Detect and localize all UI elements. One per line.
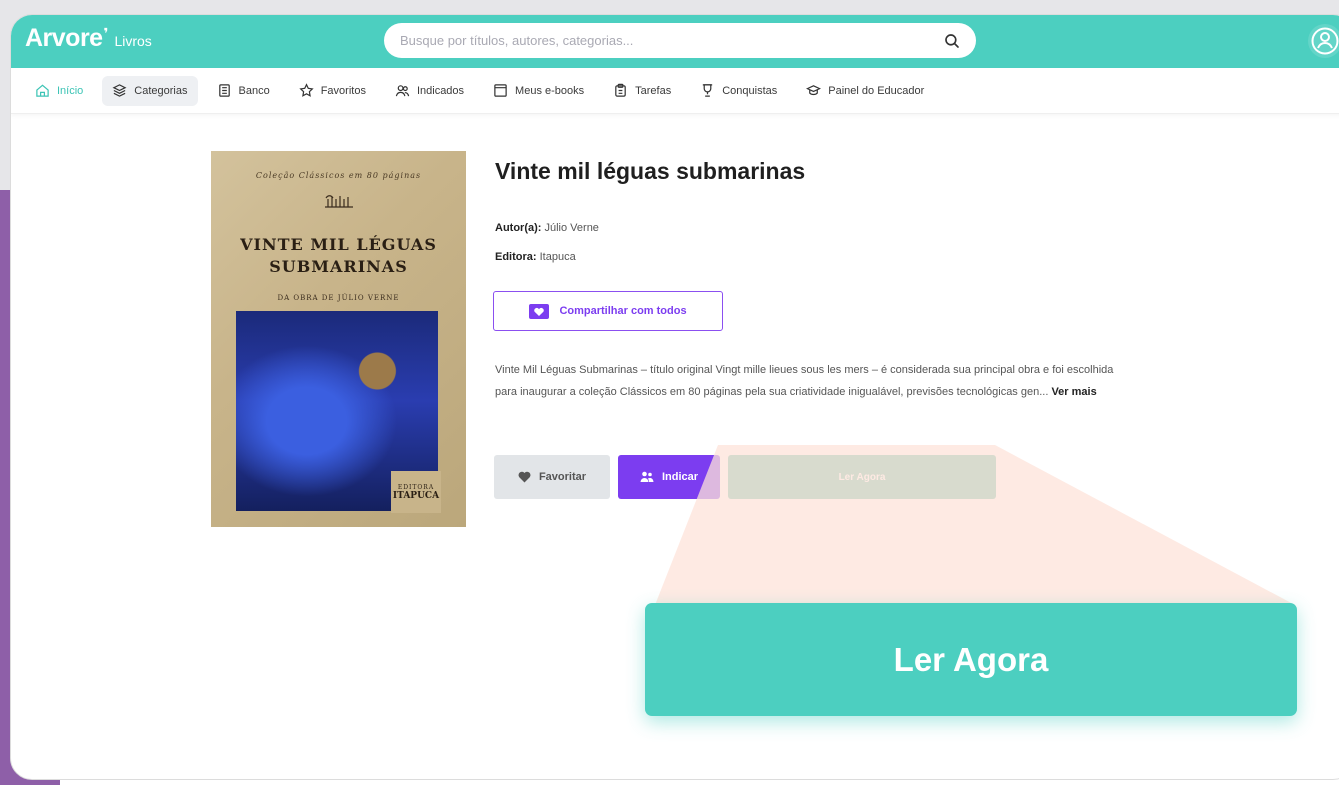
user-icon [1311,27,1339,55]
trophy-icon [703,84,713,97]
book-description: Vinte Mil Léguas Submarinas – título ori… [495,359,1135,403]
cover-title-line2: SUBMARINAS [269,257,408,276]
nav-item-favoritos[interactable]: Favoritos [289,76,376,106]
nav-item-conquistas[interactable]: Conquistas [690,76,787,106]
book-icon [494,84,507,97]
read-now-button[interactable]: Ler Agora [728,455,996,499]
cover-publisher-logo: EDITORA ITAPUCA [391,471,441,513]
share-label: Compartilhar com todos [559,305,687,317]
author-label: Autor(a): [495,222,542,234]
nav-label: Categorias [134,84,188,97]
nav-item-meus-ebooks[interactable]: Meus e-books [483,76,594,106]
share-heart-icon [529,303,550,319]
search-bar [384,23,976,58]
nav-label: Início [57,84,84,97]
clipboard-icon [615,83,626,97]
nav-label: Painel do Educador [828,84,925,97]
heart-icon [518,471,531,483]
ornament-icon [325,195,353,208]
nav-label: Meus e-books [515,84,585,97]
nav-item-categorias[interactable]: Categorias [102,75,198,106]
logo[interactable]: Arvore ❜ Livros [25,24,152,53]
user-avatar[interactable] [1308,24,1339,58]
nav-item-indicados[interactable]: Indicados [385,76,474,106]
graduation-cap-icon [806,85,822,96]
layers-icon [112,84,127,97]
star-icon [299,83,314,97]
main-navigation: Início Categorias Banco Favoritos Indica… [11,68,1339,114]
cover-publisher-line1: EDITORA [397,483,435,491]
favorite-label: Favoritar [538,471,587,483]
book-author: Autor(a): Júlio Verne [495,222,599,234]
nav-label: Favoritos [320,84,366,97]
users-icon [395,85,410,97]
nav-item-inicio[interactable]: Início [25,76,93,106]
home-icon [36,84,49,97]
logo-leaf-icon: ❜ [103,25,109,41]
search-icon[interactable] [942,31,962,51]
recommend-button[interactable]: Indicar [618,455,720,499]
nav-label: Conquistas [722,84,778,97]
header: Arvore ❜ Livros [11,15,1339,68]
cover-title-line1: VINTE MIL LÉGUAS [240,235,437,254]
read-now-label: Ler Agora [838,471,886,483]
nav-label: Indicados [416,84,465,97]
cover-series: Coleção Clássicos em 80 páginas [255,171,422,180]
bank-icon [218,84,230,97]
cover-title: VINTE MIL LÉGUAS SUBMARINAS [211,234,466,278]
book-title: Vinte mil léguas submarinas [495,158,806,184]
nav-item-tarefas[interactable]: Tarefas [603,76,681,106]
nav-label: Banco [238,84,270,97]
book-publisher: Editora: Itapuca [495,251,576,263]
logo-text: Arvore [25,24,103,52]
favorite-button[interactable]: Favoritar [494,455,610,499]
nav-item-painel-educador[interactable]: Painel do Educador [796,76,934,106]
book-cover[interactable]: Coleção Clássicos em 80 páginas VINTE MI… [211,151,466,527]
recommend-label: Indicar [661,471,699,483]
cover-author: DA OBRA DE JÚLIO VERNE [277,294,400,302]
search-input[interactable] [400,33,942,48]
publisher-label: Editora: [495,251,537,263]
users-icon [640,471,654,482]
publisher-name: Itapuca [539,251,576,263]
author-name: Júlio Verne [544,222,599,234]
share-with-all-button[interactable]: Compartilhar com todos [493,291,723,331]
logo-subtitle: Livros [114,33,152,49]
zoomed-read-now-button[interactable]: Ler Agora [645,603,1297,716]
nav-item-banco[interactable]: Banco [207,76,280,106]
nav-label: Tarefas [635,84,672,97]
cover-publisher-line2: ITAPUCA [392,490,440,501]
see-more-link[interactable]: Ver mais [1051,386,1096,398]
description-text: Vinte Mil Léguas Submarinas – título ori… [495,364,1114,398]
zoomed-read-now-label: Ler Agora [893,640,1049,678]
